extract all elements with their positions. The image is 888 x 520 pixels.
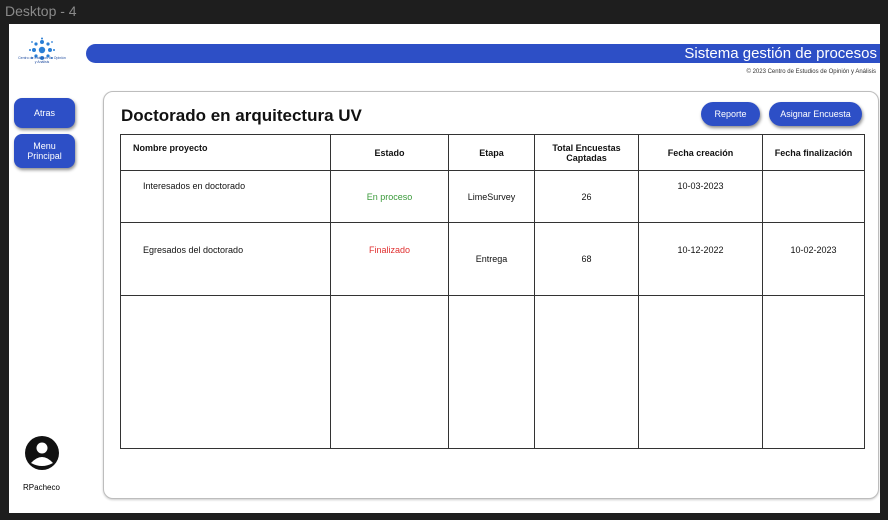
status-cell: Finalizado xyxy=(330,222,449,296)
column-header-status: Estado xyxy=(330,134,449,171)
assign-survey-button[interactable]: Asignar Encuesta xyxy=(769,102,862,126)
empty-cell xyxy=(762,295,865,449)
table-row[interactable]: Egresados del doctorado Finalizado Entre… xyxy=(120,222,865,296)
finished-date-cell xyxy=(762,170,865,223)
stage-cell: LimeSurvey xyxy=(448,170,535,223)
total-cell: 26 xyxy=(534,170,639,223)
frame-label: Desktop - 4 xyxy=(5,3,77,19)
main-menu-label-line1: Menu xyxy=(33,141,56,151)
project-name-cell: Egresados del doctorado xyxy=(120,222,331,296)
system-title: Sistema gestión de procesos xyxy=(684,45,877,62)
column-header-stage: Etapa xyxy=(448,134,535,171)
table-row-empty xyxy=(120,295,865,449)
main-card: Doctorado en arquitectura UV Reporte Asi… xyxy=(103,91,879,499)
page-title: Doctorado en arquitectura UV xyxy=(121,106,362,125)
table-header-row: Nombre proyecto Estado Etapa Total Encue… xyxy=(120,134,865,171)
logo-text: Centro de Estudios de Opinión y Análisis xyxy=(18,56,66,64)
column-header-total-line1: Total Encuestas xyxy=(552,142,621,153)
column-header-created: Fecha creación xyxy=(638,134,763,171)
finished-date-cell: 10-02-2023 xyxy=(762,222,865,296)
username: RPacheco xyxy=(23,483,60,492)
logo-icon xyxy=(29,37,55,60)
created-date-cell: 10-12-2022 xyxy=(638,222,763,296)
back-button[interactable]: Atras xyxy=(14,98,75,128)
back-button-label: Atras xyxy=(33,108,55,118)
app-frame: Centro de Estudios de Opinión y Análisis… xyxy=(9,24,880,513)
project-name-cell: Interesados en doctorado xyxy=(120,170,331,223)
empty-cell xyxy=(120,295,331,449)
user-avatar-icon[interactable] xyxy=(24,435,60,471)
empty-cell xyxy=(448,295,535,449)
column-header-name: Nombre proyecto xyxy=(120,134,331,171)
empty-cell xyxy=(330,295,449,449)
main-menu-label-line2: Principal xyxy=(27,151,62,161)
stage-cell: Entrega xyxy=(448,222,535,296)
empty-cell xyxy=(534,295,639,449)
empty-cell xyxy=(638,295,763,449)
copyright-text: © 2023 Centro de Estudios de Opinión y A… xyxy=(746,69,877,75)
status-cell: En proceso xyxy=(330,170,449,223)
column-header-total: Total Encuestas Captadas xyxy=(534,134,639,171)
total-cell: 68 xyxy=(534,222,639,296)
report-button[interactable]: Reporte xyxy=(701,102,760,126)
projects-table: Nombre proyecto Estado Etapa Total Encue… xyxy=(120,134,865,449)
column-header-finished: Fecha finalización xyxy=(762,134,865,171)
created-date-cell: 10-03-2023 xyxy=(638,170,763,223)
header-bar: Sistema gestión de procesos xyxy=(86,44,880,63)
table-row[interactable]: Interesados en doctorado En proceso Lime… xyxy=(120,170,865,223)
main-menu-button[interactable]: Menu Principal xyxy=(14,134,75,168)
column-header-total-line2: Captadas xyxy=(566,152,607,163)
